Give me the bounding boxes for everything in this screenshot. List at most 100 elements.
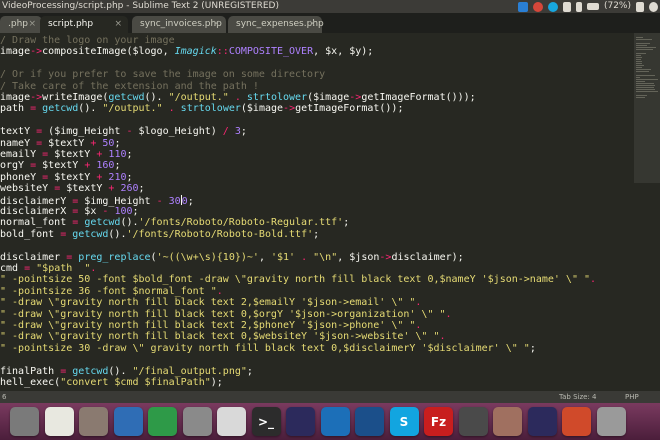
tab-script-php[interactable]: script.php ×	[40, 16, 128, 33]
code-line[interactable]: bold_font = getcwd().'/fonts/Roboto/Robo…	[0, 229, 319, 240]
network-icon[interactable]	[562, 1, 571, 12]
code-line[interactable]: " -draw \"gravity north fill black text …	[0, 320, 421, 331]
battery-icon[interactable]	[586, 3, 599, 10]
code-line[interactable]: " -draw \"gravity north fill black text …	[0, 331, 446, 342]
volume-icon[interactable]	[636, 1, 644, 12]
code-token: bold_font	[0, 228, 61, 240]
code-token: ;	[187, 195, 194, 207]
tab-php[interactable]: .php ×	[0, 16, 42, 33]
code-token: disclaimerX	[0, 206, 73, 217]
chrome-icon[interactable]	[532, 1, 543, 12]
code-token: 260	[120, 183, 139, 195]
code-line[interactable]: disclaimer = preg_replace('~((\w+\s){10}…	[0, 252, 464, 263]
close-icon[interactable]: ×	[308, 16, 316, 33]
close-icon[interactable]: ×	[114, 16, 122, 33]
minimap-line	[636, 71, 650, 72]
code-line[interactable]: image->compositeImage($logo, Imagick::CO…	[0, 46, 373, 57]
tab-sync-invoices[interactable]: sync_invoices.php ×	[132, 16, 226, 33]
code-line[interactable]: orgY = $textY + 160;	[0, 160, 120, 171]
syntax-mode[interactable]: PHP	[625, 391, 639, 403]
dock-terminal-icon[interactable]: >_	[251, 407, 281, 436]
dock-glyph: S	[399, 414, 409, 429]
close-icon[interactable]: ×	[212, 16, 220, 33]
code-line[interactable]: " -pointsize 30 -draw \" gravity north f…	[0, 343, 536, 354]
code-line[interactable]: websiteY = $textY + 260;	[0, 183, 145, 194]
code-token: strtolower	[246, 92, 308, 103]
minimap-line	[636, 67, 642, 68]
code-token: "/output."	[102, 103, 163, 115]
tab-size[interactable]: Tab Size: 4	[559, 391, 596, 403]
dock-eclipse2-icon[interactable]	[527, 407, 557, 436]
code-token: '/fonts/Roboto/Roboto-Bold.ttf'	[126, 228, 314, 240]
dock-files-icon[interactable]	[79, 407, 108, 436]
code-line[interactable]: / Take care of the extension and the pat…	[0, 81, 259, 92]
code-line[interactable]: nameY = $textY + 50;	[0, 138, 120, 149]
dock-app-1-icon[interactable]	[10, 407, 39, 436]
code-token: COMPOSITE_OVER	[228, 46, 314, 58]
code-editor[interactable]: / Draw the logo on your image image->comp…	[0, 33, 634, 391]
code-token: orgY	[0, 160, 31, 172]
code-line[interactable]: textY = ($img_Height - $logo_Height) / 3…	[0, 126, 247, 137]
code-token: ;	[246, 365, 253, 377]
tab-label: script.php	[48, 19, 94, 29]
close-icon[interactable]: ×	[28, 16, 36, 33]
minimap-line	[636, 55, 641, 56]
code-token: 30	[168, 195, 181, 207]
code-line[interactable]: / Draw the logo on your image	[0, 35, 175, 46]
code-line[interactable]: / Or if you prefer to save the image on …	[0, 69, 325, 80]
code-token: 100	[114, 206, 133, 217]
dock-sublime-icon[interactable]	[458, 407, 488, 436]
code-token: "\n"	[313, 251, 338, 263]
dock-settings-icon[interactable]	[182, 407, 212, 436]
code-token: ->	[30, 46, 43, 58]
code-line[interactable]: " -pointsize 50 -font $bold_font -draw \…	[0, 274, 596, 285]
code-token: / Draw the logo on your image	[0, 35, 175, 46]
code-line[interactable]: disclaimerX = $x - 100;	[0, 206, 139, 217]
dock-drive-icon[interactable]	[596, 407, 626, 436]
dock-text-editor-icon[interactable]	[44, 407, 74, 436]
code-line[interactable]: path = getcwd(). "/output." . strtolower…	[0, 103, 403, 114]
settings-gear-icon[interactable]	[649, 1, 658, 12]
dock-archive-icon[interactable]	[493, 407, 522, 436]
dock-skype-icon[interactable]: S	[389, 407, 419, 436]
tab-sync-expenses[interactable]: sync_expenses.php ×	[228, 16, 324, 33]
code-line[interactable]: " -draw \"gravity north fill black text …	[0, 309, 452, 320]
code-token: getImageFormat()));	[361, 92, 476, 103]
code-line[interactable]: cmd = "$path ".	[0, 263, 96, 274]
code-line[interactable]: " -draw \"gravity north fill black text …	[0, 297, 421, 308]
dock-vscode-icon[interactable]	[320, 407, 350, 436]
code-line[interactable]: phoneY = $textY + 210;	[0, 172, 133, 183]
code-line[interactable]: finalPath = getcwd(). "/final_output.png…	[0, 366, 253, 377]
bluetooth-icon[interactable]	[575, 1, 582, 12]
code-token: textY	[0, 126, 37, 138]
code-token: getcwd	[84, 217, 121, 229]
code-token: "$path "	[36, 263, 91, 274]
dock-filezilla-icon[interactable]: Fz	[424, 407, 453, 436]
code-token: getcwd	[72, 228, 109, 240]
code-token: 160	[96, 160, 115, 172]
minimap-line	[636, 61, 642, 62]
code-line[interactable]: image->writeImage(getcwd(). "/output." .…	[0, 92, 476, 103]
dock-calc-icon[interactable]	[148, 407, 177, 436]
dock-tool-icon[interactable]	[562, 407, 591, 436]
code-token: / Or if you prefer to save the image on …	[0, 69, 326, 81]
code-line[interactable]: emailY = $textY + 110;	[0, 149, 133, 160]
tab-label: .php	[8, 19, 28, 29]
code-line[interactable]: normal_font = getcwd().'/fonts/Roboto/Ro…	[0, 217, 349, 228]
code-line[interactable]: hell_exec("convert $cmd $finalPath");	[0, 377, 223, 388]
dock-writer-icon[interactable]	[113, 407, 143, 436]
minimap[interactable]	[634, 33, 660, 391]
minimap-line	[636, 63, 642, 64]
code-line[interactable]: " -pointsize 36 -font $normal_font ".	[0, 286, 223, 297]
code-token: ->	[379, 251, 392, 263]
dock-eclipse-icon[interactable]	[286, 407, 315, 436]
dock-chrome-icon[interactable]	[217, 407, 246, 436]
dropbox-icon[interactable]	[517, 1, 528, 12]
skype-icon[interactable]	[547, 1, 558, 12]
code-line[interactable]: disclaimerY = $img_Height - 300;	[0, 194, 194, 207]
code-token: disclaimer);	[391, 251, 464, 263]
code-token: ;	[132, 206, 139, 217]
minimap-line	[636, 39, 652, 40]
dock-filezilla-alt-icon[interactable]	[355, 407, 384, 436]
code-token: ;	[126, 171, 133, 183]
